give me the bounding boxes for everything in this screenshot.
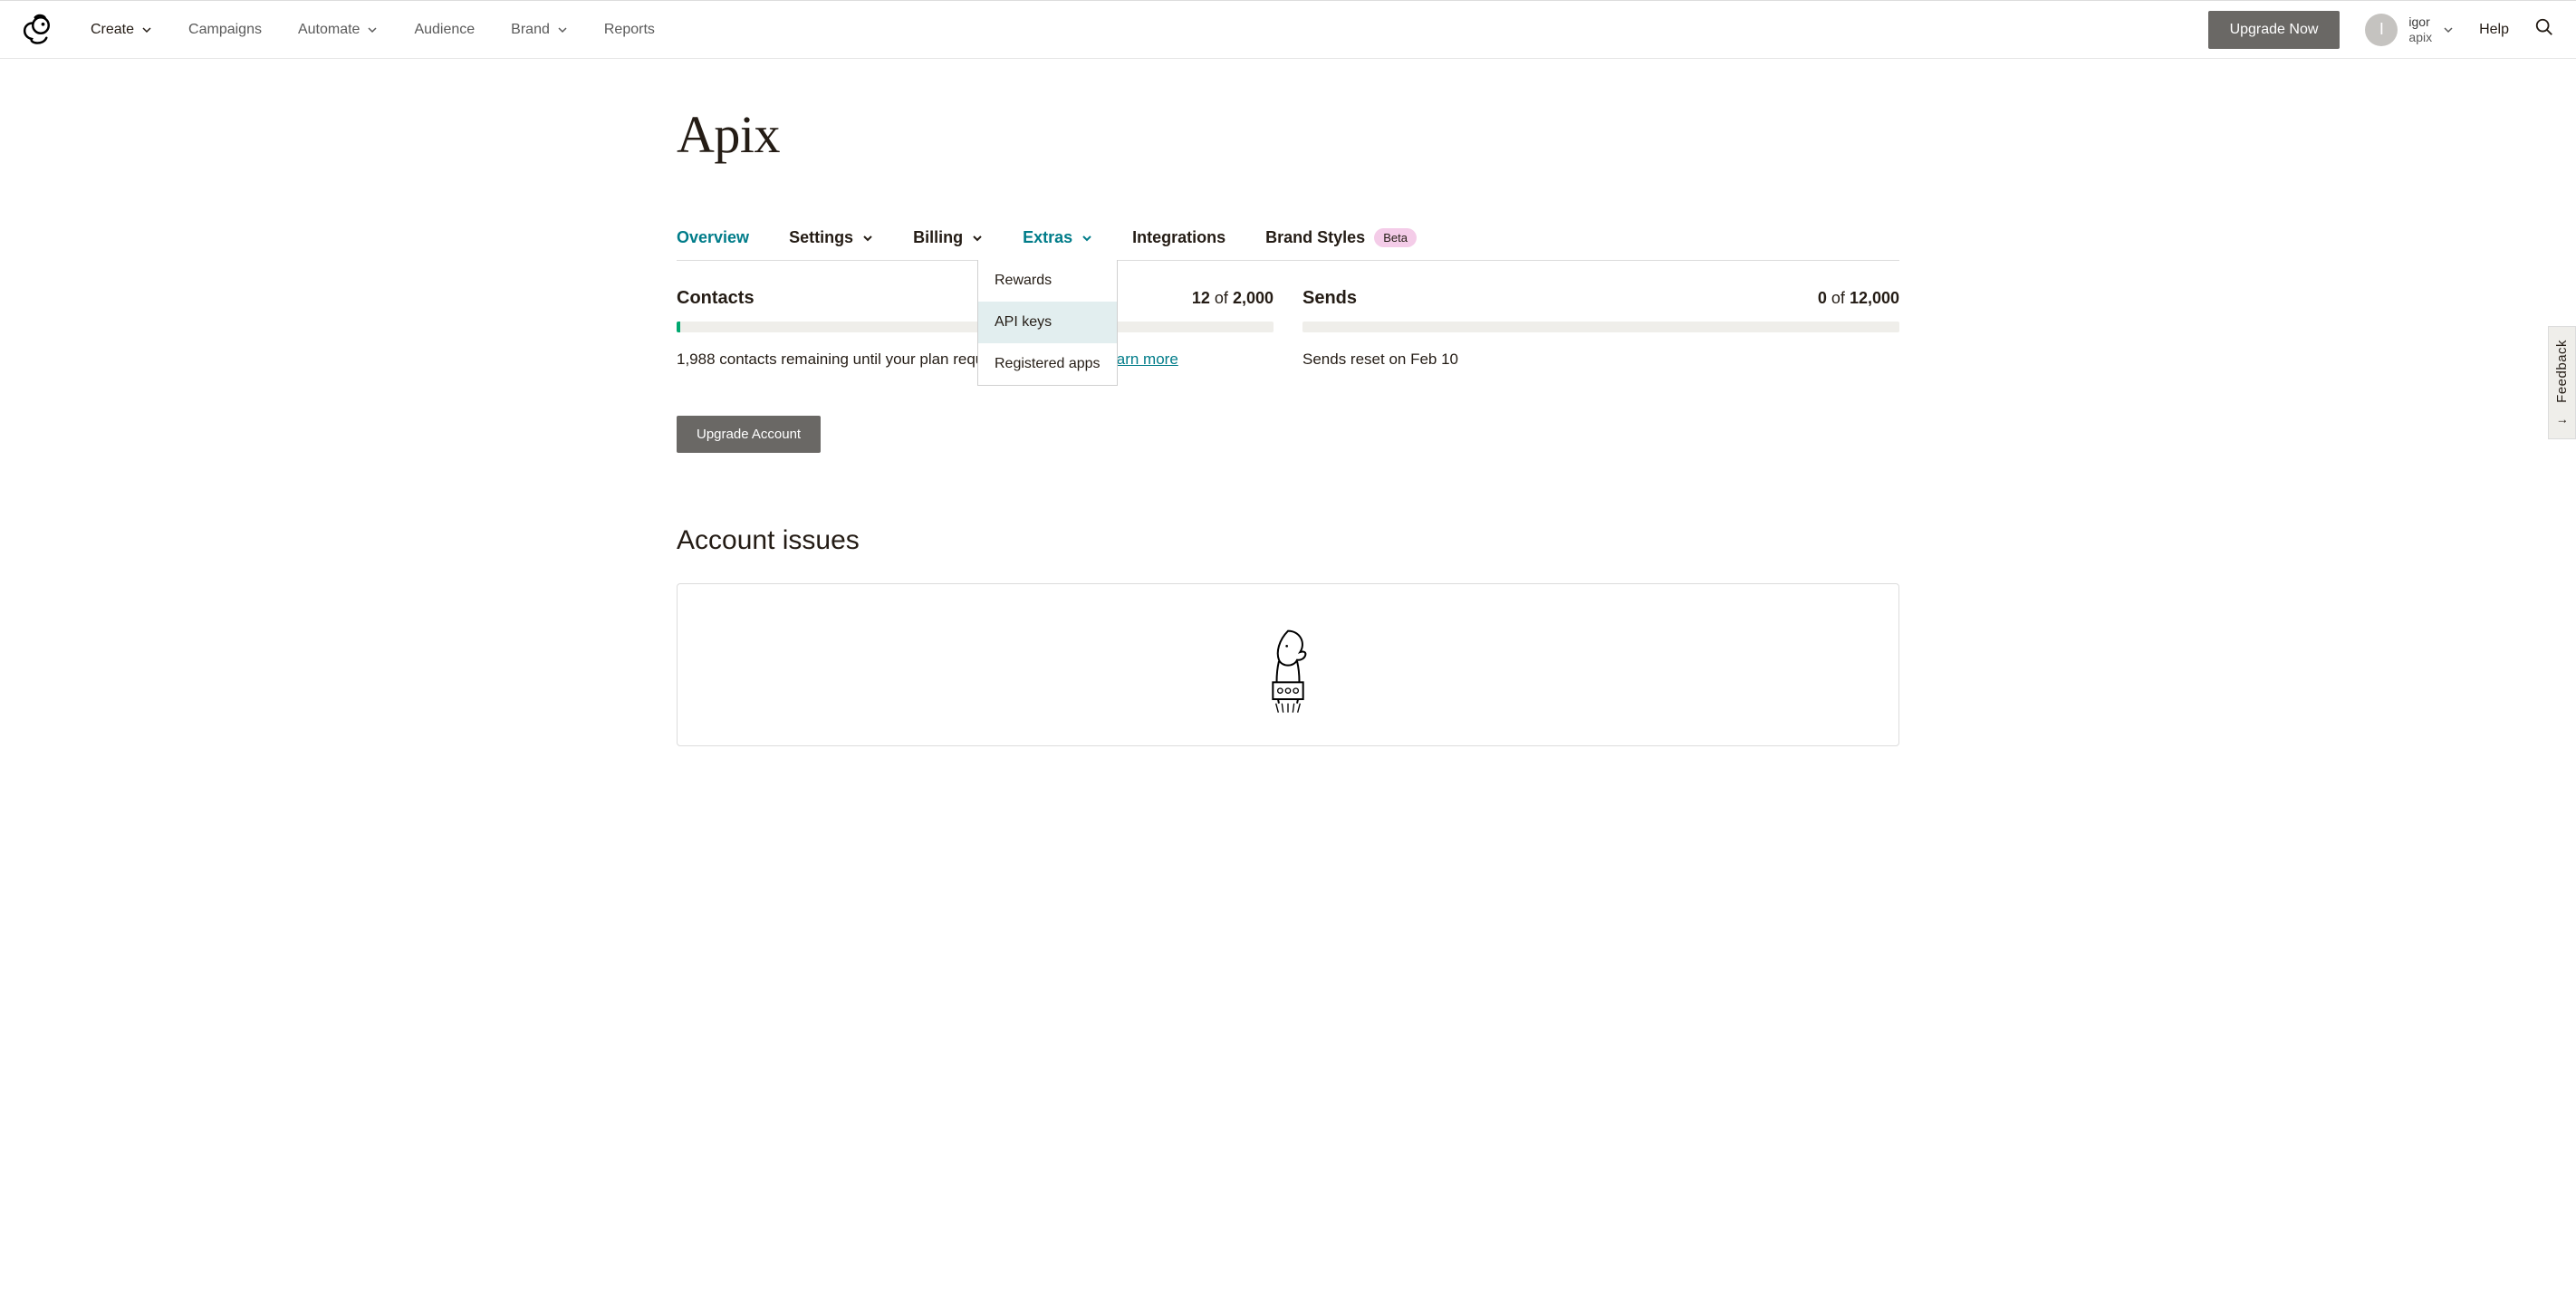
- nav-help[interactable]: Help: [2479, 22, 2509, 38]
- nav-create-label: Create: [91, 22, 134, 38]
- tab-extras-label: Extras: [1023, 228, 1072, 247]
- stats-row: Contacts 12 of 2,000 1,988 contacts rema…: [677, 288, 1899, 369]
- sends-max: 12,000: [1850, 289, 1899, 307]
- nav-brand[interactable]: Brand: [511, 22, 568, 38]
- nav-automate[interactable]: Automate: [298, 22, 378, 38]
- sends-of: of: [1831, 289, 1845, 307]
- contacts-progress: [677, 322, 1274, 332]
- contacts-head: Contacts 12 of 2,000: [677, 288, 1274, 309]
- tab-overview[interactable]: Overview: [677, 228, 749, 260]
- top-nav: Create Campaigns Automate Audience Brand…: [0, 0, 2576, 59]
- extras-registered-apps[interactable]: Registered apps: [978, 343, 1117, 385]
- contacts-progress-fill: [677, 322, 680, 332]
- nav-audience-label: Audience: [414, 22, 475, 38]
- chevron-down-icon: [972, 233, 983, 244]
- feedback-label: Feedback: [2554, 340, 2570, 403]
- feedback-tab[interactable]: → Feedback: [2548, 326, 2576, 439]
- nav-automate-label: Automate: [298, 22, 360, 38]
- extras-rewards[interactable]: Rewards: [978, 260, 1117, 302]
- tab-brand-styles-label: Brand Styles: [1265, 228, 1365, 247]
- user-text: igor apix: [2408, 14, 2432, 43]
- user-line2: apix: [2408, 30, 2432, 44]
- chevron-down-icon: [141, 24, 152, 35]
- tab-billing[interactable]: Billing: [913, 228, 983, 260]
- chevron-down-icon: [1081, 233, 1092, 244]
- sends-reset-text: Sends reset on Feb 10: [1302, 351, 1458, 368]
- contacts-of: of: [1215, 289, 1228, 307]
- nav-create[interactable]: Create: [91, 22, 152, 38]
- contacts-label: Contacts: [677, 288, 755, 309]
- chevron-down-icon: [557, 24, 568, 35]
- nav-campaigns[interactable]: Campaigns: [188, 22, 262, 38]
- sends-progress: [1302, 322, 1899, 332]
- mailchimp-logo-icon: [18, 12, 54, 48]
- main: Apix Overview Settings Billing Extras In…: [677, 59, 1899, 746]
- contacts-current: 12: [1192, 289, 1210, 307]
- tab-settings[interactable]: Settings: [789, 228, 873, 260]
- search-icon[interactable]: [2534, 17, 2554, 42]
- chevron-down-icon: [862, 233, 873, 244]
- arrow-icon: →: [2556, 412, 2570, 427]
- account-tabs: Overview Settings Billing Extras Integra…: [677, 228, 1899, 261]
- nav-right: Upgrade Now I igor apix Help: [2208, 11, 2576, 49]
- upgrade-now-button[interactable]: Upgrade Now: [2208, 11, 2341, 49]
- nav-reports[interactable]: Reports: [604, 22, 655, 38]
- sends-head: Sends 0 of 12,000: [1302, 288, 1899, 309]
- beta-badge: Beta: [1374, 228, 1417, 247]
- sends-note: Sends reset on Feb 10: [1302, 351, 1899, 369]
- nav-links: Create Campaigns Automate Audience Brand…: [91, 22, 655, 38]
- tab-integrations[interactable]: Integrations: [1132, 228, 1226, 260]
- sends-current: 0: [1818, 289, 1827, 307]
- upgrade-account-button[interactable]: Upgrade Account: [677, 416, 821, 453]
- nav-campaigns-label: Campaigns: [188, 22, 262, 38]
- tab-integrations-label: Integrations: [1132, 228, 1226, 247]
- sends-value: 0 of 12,000: [1818, 289, 1899, 308]
- account-issues-box: [677, 583, 1899, 746]
- sends-label: Sends: [1302, 288, 1357, 309]
- tab-overview-label: Overview: [677, 228, 749, 247]
- sends-stat: Sends 0 of 12,000 Sends reset on Feb 10: [1302, 288, 1899, 369]
- tab-brand-styles[interactable]: Brand Styles Beta: [1265, 228, 1417, 260]
- nav-brand-label: Brand: [511, 22, 550, 38]
- extras-api-keys[interactable]: API keys: [978, 302, 1117, 343]
- tab-billing-label: Billing: [913, 228, 963, 247]
- contacts-note: 1,988 contacts remaining until your plan…: [677, 351, 1274, 369]
- chevron-down-icon: [367, 24, 378, 35]
- contacts-max: 2,000: [1233, 289, 1274, 307]
- contacts-value: 12 of 2,000: [1192, 289, 1274, 308]
- extras-dropdown: Rewards API keys Registered apps: [977, 260, 1118, 386]
- nav-reports-label: Reports: [604, 22, 655, 38]
- account-issues-title: Account issues: [677, 525, 1899, 556]
- avatar: I: [2365, 14, 2398, 46]
- chevron-down-icon: [2443, 24, 2454, 35]
- tab-settings-label: Settings: [789, 228, 853, 247]
- contacts-stat: Contacts 12 of 2,000 1,988 contacts rema…: [677, 288, 1274, 369]
- tab-extras[interactable]: Extras: [1023, 228, 1092, 260]
- page-title: Apix: [677, 104, 1899, 165]
- user-line1: igor: [2408, 14, 2432, 29]
- user-menu[interactable]: I igor apix: [2365, 14, 2454, 46]
- nav-audience[interactable]: Audience: [414, 22, 475, 38]
- logo[interactable]: [18, 12, 54, 48]
- illustration-person-icon: [1252, 620, 1324, 738]
